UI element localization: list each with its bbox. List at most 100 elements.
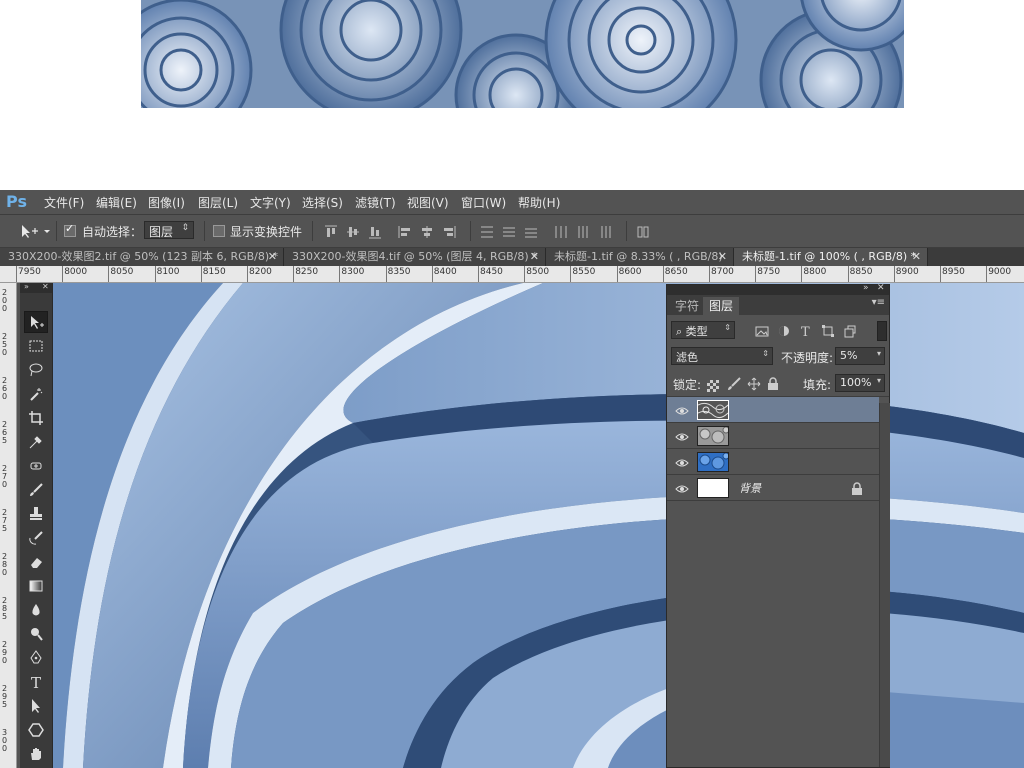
eye-icon[interactable] [675,429,689,443]
ruler-tick [709,266,710,282]
layer-name[interactable]: 背景 [739,480,761,496]
layer-row[interactable] [667,423,879,449]
distribute-right-icon[interactable] [598,224,612,238]
close-icon[interactable]: ✕ [530,248,539,266]
menu-view[interactable]: 视图(V) [407,194,449,211]
opacity-input[interactable]: 5% ▾ [835,347,885,365]
menu-filter[interactable]: 滤镜(T) [355,194,396,211]
blur-tool[interactable] [24,599,48,621]
show-transform-label: 显示变换控件 [230,225,303,239]
auto-select-checkbox[interactable] [64,222,76,237]
move-tool-preset-icon[interactable] [18,223,50,239]
lasso-tool[interactable] [24,359,48,381]
distribute-bottom-icon[interactable] [524,224,538,238]
layer-row[interactable] [667,449,879,475]
align-vcenter-icon[interactable] [346,224,360,238]
filter-toggle[interactable] [877,321,887,341]
close-icon[interactable]: ✕ [912,248,921,266]
lock-pixels-icon[interactable] [727,376,741,390]
layer-row[interactable] [667,397,879,423]
opacity-label: 不透明度: [781,351,834,365]
hand-tool[interactable] [24,743,48,765]
layer-row[interactable]: 背景 [667,475,879,501]
menu-type[interactable]: 文字(Y) [250,194,291,211]
marquee-tool[interactable] [24,335,48,357]
tools-panel: » ✕ T [20,282,53,768]
history-brush-tool[interactable] [24,527,48,549]
close-icon[interactable]: ✕ [268,248,277,266]
lock-all-icon[interactable] [767,376,781,390]
healing-brush-tool[interactable] [24,455,48,477]
collapse-icon[interactable]: » [863,283,869,293]
menu-edit[interactable]: 编辑(E) [96,194,137,211]
align-top-icon[interactable] [324,224,338,238]
eye-icon[interactable] [675,403,689,417]
show-transform-checkbox[interactable] [213,225,225,237]
image-filter-icon[interactable] [755,323,769,337]
doc-tab[interactable]: 未标题-1.tif @ 8.33% ( , RGB/8) ✕ [546,248,734,266]
tools-panel-header[interactable]: » ✕ [20,282,52,293]
align-hcenter-icon[interactable] [420,224,434,238]
magic-wand-tool[interactable] [24,383,48,405]
blend-mode-dropdown[interactable]: 滤色 ⇕ [671,347,773,365]
dodge-tool[interactable] [24,623,48,645]
ruler-label: 2 7 5 [2,508,8,533]
menu-select[interactable]: 选择(S) [302,194,343,211]
align-right-icon[interactable] [442,224,456,238]
adjustment-filter-icon[interactable] [777,323,791,337]
ruler-label: 8450 [480,267,503,277]
distribute-hcenter-icon[interactable] [576,224,590,238]
menu-file[interactable]: 文件(F) [44,194,84,211]
move-tool[interactable] [24,311,48,333]
menu-window[interactable]: 窗口(W) [461,194,506,211]
type-tool[interactable]: T [24,671,48,693]
crop-tool[interactable] [24,407,48,429]
filter-type-dropdown[interactable]: ⌕ 类型 ⇕ [671,321,735,339]
auto-select-target-dropdown[interactable]: 图层 ⇕ [144,221,194,239]
eye-icon[interactable] [675,481,689,495]
auto-align-icon[interactable] [636,224,650,238]
menu-layer[interactable]: 图层(L) [198,194,238,211]
distribute-top-icon[interactable] [480,224,494,238]
collapse-icon[interactable]: » [24,282,29,291]
layers-panel-header[interactable]: » ✕ [667,283,889,295]
lock-transparent-icon[interactable] [707,377,721,392]
brush-tool[interactable] [24,479,48,501]
menu-bar: Ps 文件(F) 编辑(E) 图像(I) 图层(L) 文字(Y) 选择(S) 滤… [0,190,1024,215]
type-filter-icon[interactable]: T [799,323,813,340]
eye-icon[interactable] [675,455,689,469]
clone-stamp-tool[interactable] [24,503,48,525]
ruler-tick [616,266,618,282]
eyedropper-tool[interactable] [24,431,48,453]
ruler-tick [247,266,248,282]
align-left-icon[interactable] [398,224,412,238]
ruler-label: 8250 [295,267,319,277]
shape-filter-icon[interactable] [821,323,835,337]
ruler-tick [801,266,803,282]
gradient-tool[interactable] [24,575,48,597]
align-bottom-icon[interactable] [368,224,382,239]
fill-input[interactable]: 100% ▾ [835,374,885,392]
shape-tool[interactable] [24,719,48,741]
tab-character[interactable]: 字符 [669,297,705,315]
smart-object-filter-icon[interactable] [843,323,857,338]
menu-image[interactable]: 图像(I) [148,194,185,211]
pen-tool[interactable] [24,647,48,669]
close-icon[interactable]: ✕ [718,248,727,266]
ruler-label: 8150 [202,267,226,277]
panel-menu-icon[interactable]: ▾≡ [872,297,885,308]
doc-tab-active[interactable]: 未标题-1.tif @ 100% ( , RGB/8) * ✕ [734,248,928,266]
doc-tab[interactable]: 330X200-效果图4.tif @ 50% (图层 4, RGB/8) * ✕ [284,248,546,266]
lock-position-icon[interactable] [747,376,761,391]
eraser-tool[interactable] [24,551,48,573]
doc-tab[interactable]: 330X200-效果图2.tif @ 50% (123 副本 6, RGB/8)… [0,248,284,266]
tab-layers[interactable]: 图层 [703,297,740,315]
distribute-vcenter-icon[interactable] [502,224,516,238]
layers-scrollbar[interactable] [879,403,890,767]
close-icon[interactable]: ✕ [42,282,49,291]
path-selection-tool[interactable] [24,695,48,717]
distribute-left-icon[interactable] [554,224,568,238]
close-icon[interactable]: ✕ [877,283,885,293]
ruler-label: 8650 [664,267,688,277]
menu-help[interactable]: 帮助(H) [518,194,560,211]
